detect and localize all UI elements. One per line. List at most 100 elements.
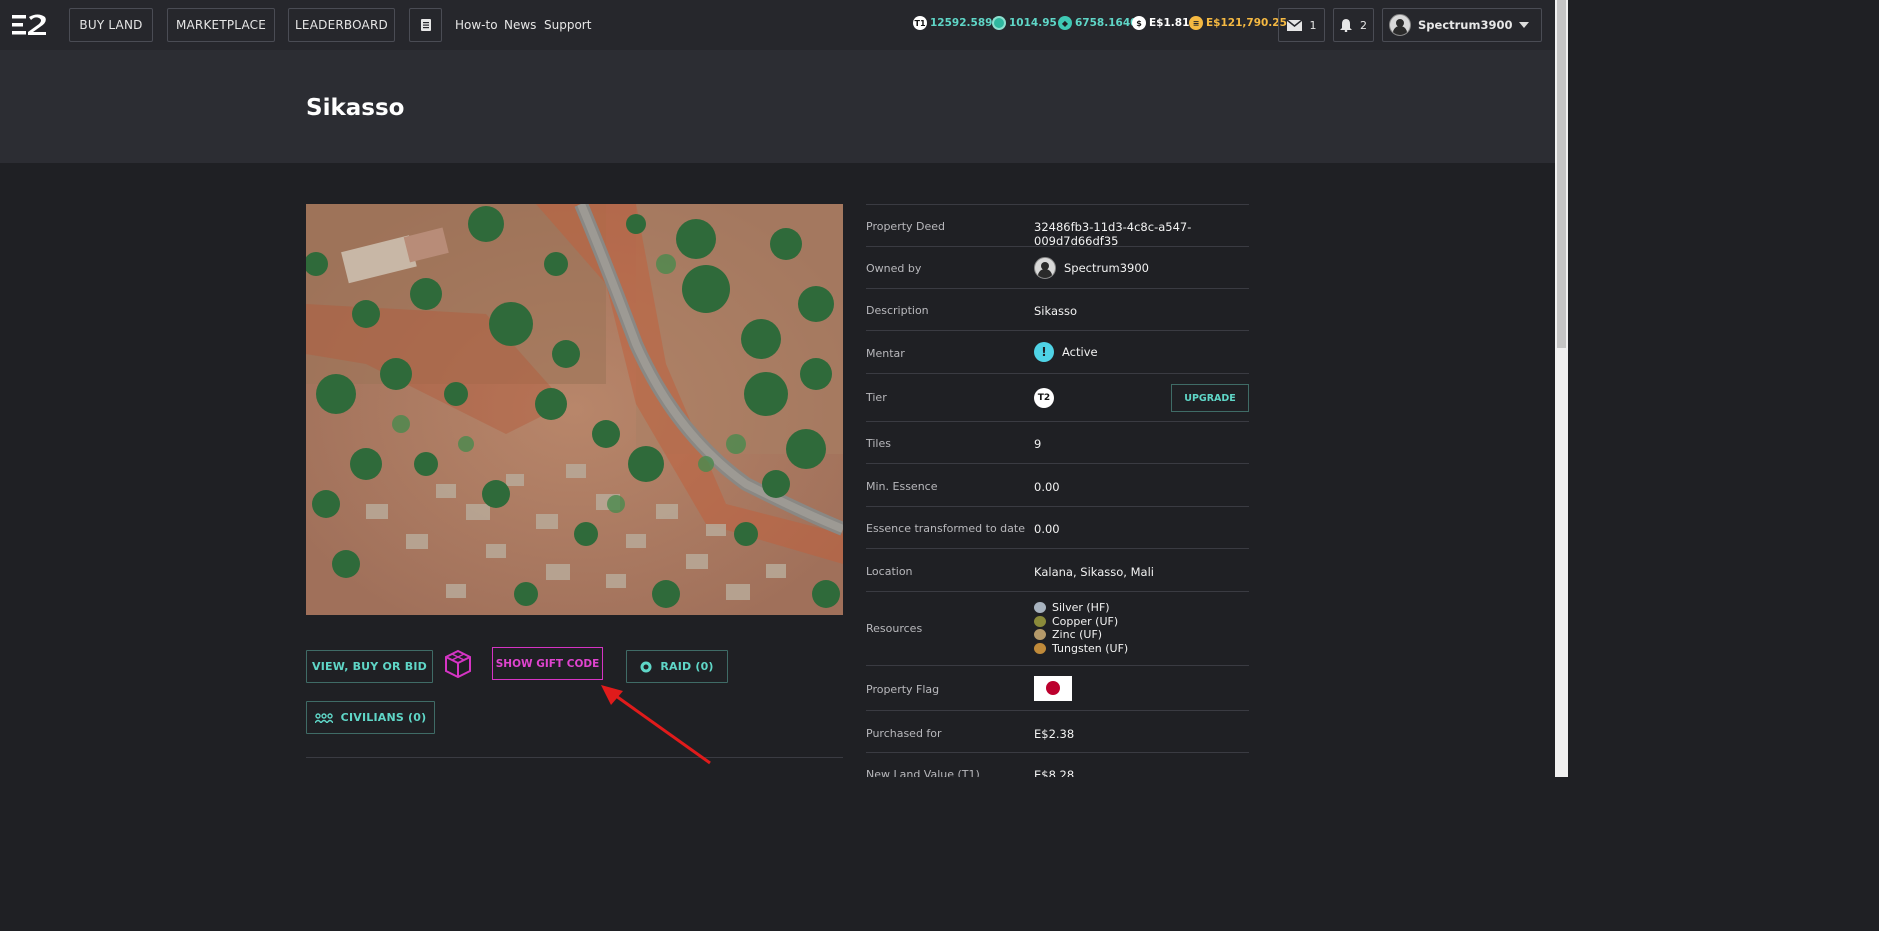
balance-ether-value: 6758.1640: [1075, 17, 1138, 29]
mail-button[interactable]: 1: [1278, 8, 1325, 42]
location-value: Kalana, Sikasso, Mali: [1034, 565, 1154, 579]
deed-value: 32486fb3-11d3-4c8c-a547-009d7d66df35: [1034, 220, 1192, 248]
civilians-button[interactable]: CIVILIANS (0): [306, 701, 435, 734]
user-menu[interactable]: Spectrum3900: [1382, 8, 1542, 42]
new-value-label: New Land Value (T1): [866, 768, 980, 777]
avatar: [1389, 14, 1411, 36]
gold-coin-icon: ≡: [1189, 16, 1203, 30]
howto-link[interactable]: How-to: [455, 18, 498, 32]
mail-icon: [1286, 19, 1302, 31]
mentar-value-wrap: ! Active: [1034, 342, 1098, 362]
e2-logo[interactable]: [12, 13, 48, 37]
tier-label: Tier: [866, 391, 887, 404]
tiles-label: Tiles: [866, 437, 891, 450]
description-label: Description: [866, 304, 929, 317]
balance-gold[interactable]: ≡ E$121,790.25: [1189, 16, 1287, 30]
flag-value: [1034, 676, 1072, 701]
bell-icon: [1340, 18, 1352, 32]
news-link[interactable]: News: [504, 18, 536, 32]
balance-dollar-value: E$1.81: [1149, 17, 1190, 29]
balance-essence-value: 1014.95: [1009, 17, 1057, 29]
row-description: Description Sikasso: [866, 288, 1249, 330]
buy-land-button[interactable]: BUY LAND: [69, 8, 153, 42]
bell-count: 2: [1360, 18, 1367, 32]
min-essence-label: Min. Essence: [866, 480, 938, 493]
resources-list: Silver (HF) Copper (UF) Zinc (UF) Tungst…: [1034, 601, 1128, 655]
row-tier: Tier T2 UPGRADE: [866, 373, 1249, 421]
resources-label: Resources: [866, 622, 923, 635]
upgrade-button[interactable]: UPGRADE: [1171, 384, 1249, 412]
raid-button[interactable]: RAID (0): [626, 650, 728, 683]
japan-flag-icon: [1034, 676, 1072, 701]
raid-icon: [640, 661, 652, 672]
balance-dollar[interactable]: $ E$1.81: [1132, 16, 1189, 30]
flag-label: Property Flag: [866, 683, 940, 696]
balance-essence[interactable]: 1014.95: [992, 16, 1057, 30]
owner-avatar: [1034, 257, 1056, 279]
resource-copper: Copper (UF): [1052, 614, 1119, 628]
copper-icon: [1034, 615, 1046, 627]
resource-tungsten: Tungsten (UF): [1052, 641, 1129, 655]
satellite-image: [306, 204, 843, 615]
show-gift-code-button[interactable]: SHOW GIFT CODE: [492, 647, 603, 680]
owner-label: Owned by: [866, 262, 922, 275]
support-link[interactable]: Support: [544, 18, 591, 32]
resource-item: Zinc (UF): [1034, 628, 1102, 642]
annotation-arrow: [601, 685, 711, 765]
balance-t1[interactable]: T1 12592.5892: [913, 16, 1000, 30]
row-tiles: Tiles 9: [866, 421, 1249, 463]
mentar-value: Active: [1062, 345, 1098, 359]
row-deed: Property Deed 32486fb3-11d3-4c8c-a547-00…: [866, 204, 1249, 248]
resource-zinc: Zinc (UF): [1052, 628, 1103, 642]
description-value: Sikasso: [1034, 304, 1078, 318]
civilians-label: CIVILIANS (0): [340, 711, 427, 724]
location-label: Location: [866, 565, 913, 578]
purchased-label: Purchased for: [866, 727, 942, 740]
balance-gold-value: E$121,790.25: [1206, 17, 1287, 29]
row-essence-transformed: Essence transformed to date 0.00: [866, 506, 1249, 548]
divider: [306, 757, 843, 758]
user-name: Spectrum3900: [1418, 18, 1513, 32]
ether-icon: ◆: [1058, 16, 1072, 30]
essence-transformed-value: 0.00: [1034, 522, 1060, 536]
deed-label: Property Deed: [866, 220, 946, 233]
purchased-value: E$2.38: [1034, 727, 1075, 741]
tiles-value: 9: [1034, 437, 1042, 451]
row-owner: Owned by Spectrum3900: [866, 246, 1249, 288]
page-title: Sikasso: [306, 95, 405, 121]
row-min-essence: Min. Essence 0.00: [866, 463, 1249, 506]
balance-ether[interactable]: ◆ 6758.1640: [1058, 16, 1137, 30]
tier-value-wrap: T2: [1034, 388, 1054, 408]
marketplace-button[interactable]: MARKETPLACE: [167, 8, 275, 42]
mail-count: 1: [1309, 18, 1317, 32]
leaderboard-button[interactable]: LEADERBOARD: [288, 8, 395, 42]
min-essence-value: 0.00: [1034, 480, 1060, 494]
zinc-icon: [1034, 629, 1046, 641]
notifications-button[interactable]: 2: [1333, 8, 1374, 42]
row-flag: Property Flag: [866, 665, 1249, 710]
raid-label: RAID (0): [660, 660, 714, 673]
row-location: Location Kalana, Sikasso, Mali: [866, 548, 1249, 591]
tier-badge: T2: [1034, 388, 1054, 408]
resource-silver: Silver (HF): [1052, 601, 1110, 615]
resource-item: Tungsten (UF): [1034, 642, 1128, 656]
view-buy-bid-button[interactable]: VIEW, BUY OR BID: [306, 650, 433, 683]
mentar-label: Mentar: [866, 347, 905, 360]
row-mentar: Mentar ! Active: [866, 330, 1249, 373]
new-value-value: E$8.28: [1034, 768, 1075, 777]
row-new-value: New Land Value (T1) E$8.28: [866, 752, 1249, 777]
resource-item: Silver (HF): [1034, 601, 1110, 615]
scrollbar-thumb[interactable]: [1557, 0, 1566, 348]
cube-icon[interactable]: [444, 649, 472, 679]
owner-value: Spectrum3900: [1064, 261, 1149, 275]
dollar-icon: $: [1132, 16, 1146, 30]
civilians-icon: [314, 712, 333, 723]
balance-t1-value: 12592.5892: [930, 17, 1000, 29]
row-resources: Resources Silver (HF) Copper (UF) Zinc (…: [866, 591, 1249, 665]
top-nav: BUY LAND MARKETPLACE LEADERBOARD How-to …: [0, 0, 1555, 50]
book-icon[interactable]: [409, 8, 442, 42]
owner-value-wrap[interactable]: Spectrum3900: [1034, 257, 1149, 279]
silver-icon: [1034, 602, 1046, 614]
row-purchased: Purchased for E$2.38: [866, 710, 1249, 752]
resource-item: Copper (UF): [1034, 615, 1118, 629]
